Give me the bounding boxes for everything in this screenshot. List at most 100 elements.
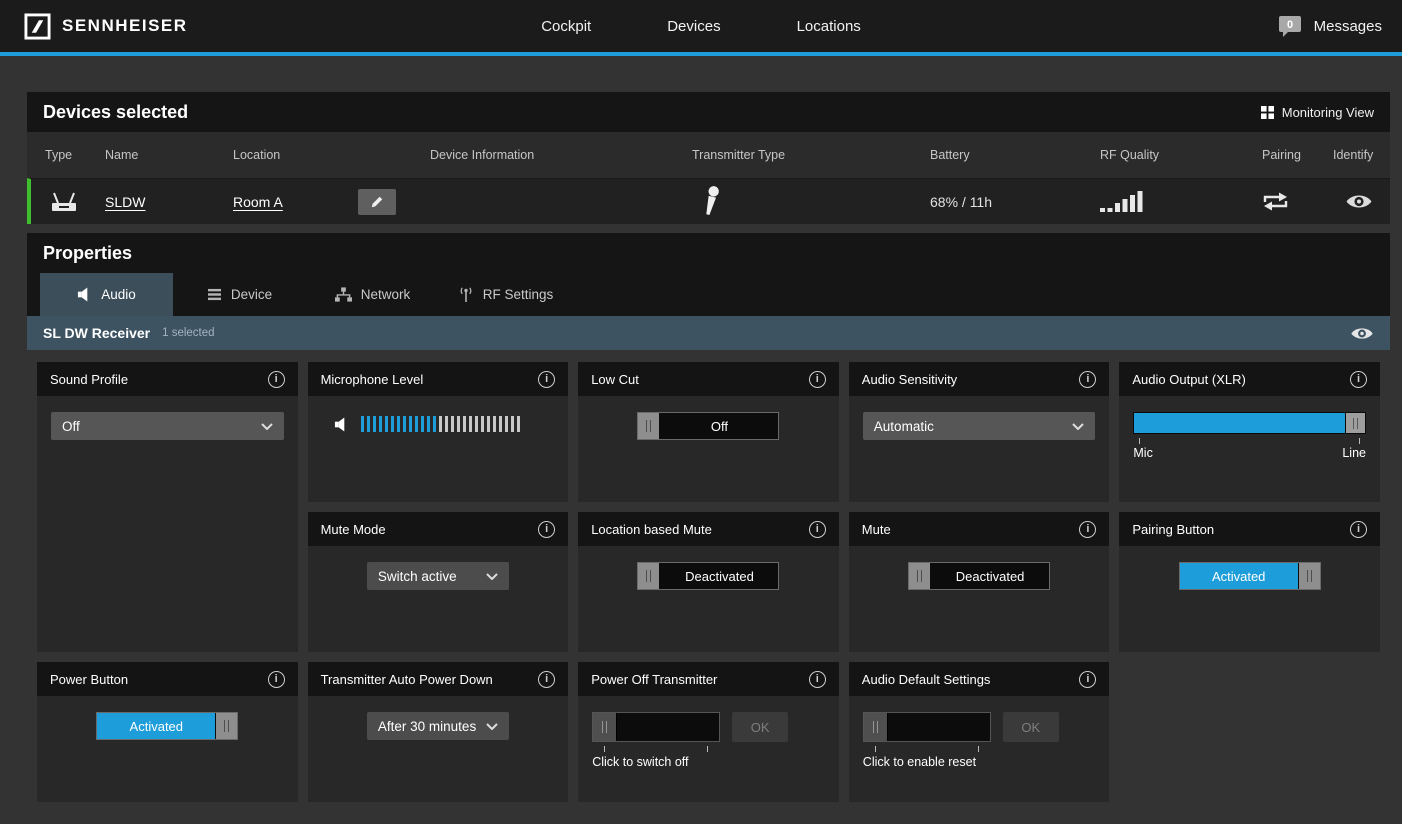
sennheiser-logo-icon: [24, 13, 51, 40]
info-icon[interactable]: [1079, 371, 1096, 388]
info-icon[interactable]: [538, 371, 555, 388]
sound-profile-title: Sound Profile: [50, 372, 128, 387]
info-icon[interactable]: [809, 371, 826, 388]
monitoring-view-button[interactable]: Monitoring View: [1261, 105, 1374, 120]
power-button-toggle[interactable]: Activated: [96, 712, 238, 740]
info-icon[interactable]: [268, 671, 285, 688]
low-cut-value: Off: [660, 413, 778, 439]
card-audio-sensitivity: Audio Sensitivity Automatic: [849, 362, 1110, 502]
sound-profile-dropdown[interactable]: Off: [51, 412, 284, 440]
toggle-handle[interactable]: [215, 713, 237, 739]
slider-handle[interactable]: [864, 713, 888, 741]
pencil-icon: [370, 195, 384, 209]
audio-sensitivity-value: Automatic: [874, 419, 934, 434]
col-location: Location: [233, 148, 430, 162]
card-microphone-level: Microphone Level: [308, 362, 569, 502]
edit-location-button[interactable]: [358, 189, 396, 215]
audio-sensitivity-title: Audio Sensitivity: [862, 372, 957, 387]
pairing-icon[interactable]: [1262, 190, 1333, 213]
toggle-handle[interactable]: [638, 413, 660, 439]
tab-audio-label: Audio: [101, 287, 136, 302]
receiver-subheader: SL DW Receiver 1 selected: [27, 316, 1390, 350]
info-icon[interactable]: [809, 521, 826, 538]
slider-ticks: [592, 742, 720, 752]
power-off-transmitter-title: Power Off Transmitter: [591, 672, 717, 687]
info-icon[interactable]: [1079, 521, 1096, 538]
properties-tabs: Audio Device: [27, 273, 1390, 316]
col-identify: Identify: [1333, 148, 1390, 162]
info-icon[interactable]: [1350, 371, 1367, 388]
power-off-ok-button[interactable]: OK: [732, 712, 788, 742]
card-location-based-mute: Location based Mute Deactivated: [578, 512, 839, 652]
col-pairing: Pairing: [1262, 148, 1333, 162]
pairing-button-toggle[interactable]: Activated: [1179, 562, 1321, 590]
brand-name: SENNHEISER: [62, 16, 188, 36]
properties-title: Properties: [43, 243, 132, 264]
info-icon[interactable]: [268, 371, 285, 388]
rf-quality-icon: [1100, 191, 1262, 213]
tab-device[interactable]: Device: [173, 273, 306, 316]
location-based-mute-toggle[interactable]: Deactivated: [637, 562, 779, 590]
tab-audio[interactable]: Audio: [40, 273, 173, 316]
transmitter-apd-title: Transmitter Auto Power Down: [321, 672, 493, 687]
info-icon[interactable]: [1079, 671, 1096, 688]
toggle-handle[interactable]: [909, 563, 931, 589]
sound-profile-value: Off: [62, 419, 80, 434]
nav-locations[interactable]: Locations: [797, 18, 861, 35]
power-button-value: Activated: [97, 713, 215, 739]
identify-eye-icon[interactable]: [1333, 193, 1390, 210]
info-icon[interactable]: [538, 521, 555, 538]
chevron-down-icon: [261, 423, 273, 430]
mute-value: Deactivated: [931, 563, 1049, 589]
mute-toggle[interactable]: Deactivated: [908, 562, 1050, 590]
device-table-row: SLDW Room A 68% / 11h: [27, 178, 1390, 224]
info-icon[interactable]: [1350, 521, 1367, 538]
receiver-eye-icon[interactable]: [1350, 326, 1374, 341]
col-rf-quality: RF Quality: [1100, 148, 1262, 162]
info-icon[interactable]: [809, 671, 826, 688]
slider-ticks: [863, 742, 991, 752]
device-list-icon: [207, 288, 222, 301]
chevron-down-icon: [1072, 423, 1084, 430]
properties-section: Properties Audio: [27, 233, 1390, 820]
toggle-handle[interactable]: [638, 563, 660, 589]
receiver-title: SL DW Receiver: [43, 325, 150, 341]
power-button-title: Power Button: [50, 672, 128, 687]
mute-mode-dropdown[interactable]: Switch active: [367, 562, 509, 590]
card-low-cut: Low Cut Off: [578, 362, 839, 502]
card-mute: Mute Deactivated: [849, 512, 1110, 652]
power-off-transmitter-slider[interactable]: [592, 712, 720, 742]
device-table-header: Type Name Location Device Information Tr…: [27, 132, 1390, 178]
tab-network[interactable]: Network: [306, 273, 439, 316]
nav-devices[interactable]: Devices: [667, 18, 720, 35]
slider-handle[interactable]: [1345, 413, 1365, 433]
receiver-icon: [45, 191, 105, 213]
audio-default-ok-button[interactable]: OK: [1003, 712, 1059, 742]
slider-handle[interactable]: [593, 713, 617, 741]
device-name-link[interactable]: SLDW: [105, 194, 233, 210]
transmitter-apd-dropdown[interactable]: After 30 minutes: [367, 712, 509, 740]
low-cut-toggle[interactable]: Off: [637, 412, 779, 440]
toggle-handle[interactable]: [1298, 563, 1320, 589]
audio-default-hint: Click to enable reset: [863, 755, 1096, 769]
audio-default-settings-slider[interactable]: [863, 712, 991, 742]
monitoring-view-label: Monitoring View: [1282, 105, 1374, 120]
network-tree-icon: [335, 287, 352, 302]
device-location-link[interactable]: Room A: [233, 194, 283, 210]
audio-output-slider[interactable]: [1133, 412, 1366, 434]
antenna-icon: [458, 287, 474, 303]
col-transmitter-type: Transmitter Type: [692, 148, 930, 162]
tab-network-label: Network: [361, 287, 411, 302]
battery-value: 68% / 11h: [930, 194, 1100, 210]
mute-title: Mute: [862, 522, 891, 537]
messages-button[interactable]: 0 Messages: [1278, 15, 1402, 38]
transmitter-apd-value: After 30 minutes: [378, 719, 476, 734]
card-sound-profile: Sound Profile Off: [37, 362, 298, 652]
audio-sensitivity-dropdown[interactable]: Automatic: [863, 412, 1096, 440]
info-icon[interactable]: [538, 671, 555, 688]
nav-cockpit[interactable]: Cockpit: [541, 18, 591, 35]
tab-rf-settings[interactable]: RF Settings: [439, 273, 572, 316]
power-off-hint: Click to switch off: [592, 755, 825, 769]
card-pairing-button: Pairing Button Activated: [1119, 512, 1380, 652]
selected-count: 1 selected: [162, 327, 214, 339]
